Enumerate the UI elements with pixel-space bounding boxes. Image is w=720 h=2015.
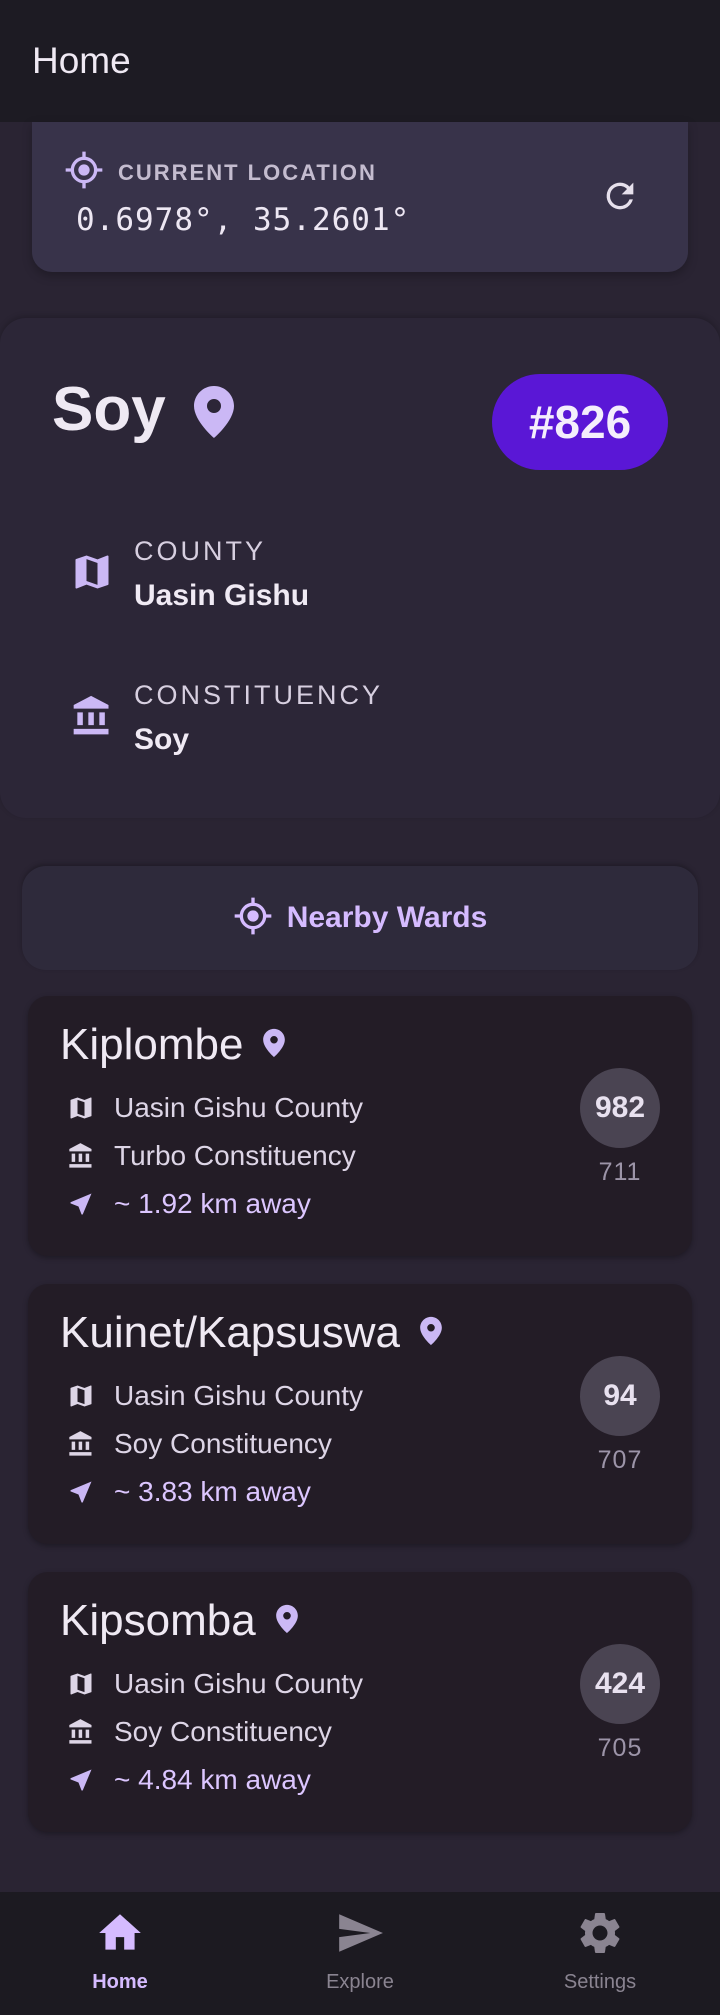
ward-item-county-text: Uasin Gishu County: [114, 1668, 364, 1699]
location-coordinates: 0.6978°, 35.2601°: [76, 202, 411, 238]
ward-item-county: Uasin Gishu County: [66, 1668, 363, 1700]
nearby-ward-item[interactable]: Kipsomba Uasin Gishu County Soy Constitu…: [28, 1572, 692, 1832]
refresh-location-button[interactable]: [592, 170, 648, 226]
account-balance-icon: [70, 694, 114, 738]
top-app-bar: Home: [0, 0, 720, 122]
ward-item-name: Kuinet/Kapsuswa: [60, 1308, 400, 1357]
location-pin-icon: [261, 1027, 287, 1064]
current-location-header: CURRENT LOCATION: [64, 150, 377, 195]
nearby-ward-item[interactable]: Kuinet/Kapsuswa Uasin Gishu County Soy C…: [28, 1284, 692, 1544]
ward-detail-card: Soy #826 COUNTY Uasin Gishu CONSTITUENCY…: [0, 318, 720, 818]
ward-code-badge: 982: [580, 1068, 660, 1148]
navigation-arrow-icon: [66, 1189, 96, 1219]
ward-sub-code: 707: [597, 1446, 643, 1474]
gps-fixed-icon: [64, 150, 104, 195]
account-balance-icon: [66, 1141, 96, 1171]
ward-item-constituency-text: Turbo Constituency: [114, 1140, 356, 1171]
nav-item-settings[interactable]: Settings: [480, 1892, 720, 2015]
ward-item-constituency: Turbo Constituency: [66, 1140, 356, 1172]
page-title: Home: [32, 40, 131, 81]
ward-item-constituency-text: Soy Constituency: [114, 1428, 332, 1459]
map-icon: [66, 1093, 96, 1123]
ward-name: Soy: [52, 375, 166, 444]
constituency-label: CONSTITUENCY: [134, 680, 384, 710]
current-location-label: CURRENT LOCATION: [118, 159, 377, 185]
county-value: Uasin Gishu: [134, 579, 310, 612]
map-icon: [66, 1381, 96, 1411]
county-label: COUNTY: [134, 536, 266, 566]
ward-item-distance: ~ 4.84 km away: [66, 1764, 311, 1796]
home-screen: Home CURRENT LOCATION 0.6978°, 35.2601° …: [0, 0, 720, 2015]
ward-code-badge: 424: [580, 1644, 660, 1724]
location-pin-icon: [274, 1603, 300, 1640]
ward-item-constituency: Soy Constituency: [66, 1716, 332, 1748]
ward-item-constituency-text: Soy Constituency: [114, 1716, 332, 1747]
ward-number-badge: #826: [492, 374, 668, 470]
ward-item-distance-text: ~ 4.84 km away: [114, 1764, 311, 1795]
account-balance-icon: [66, 1717, 96, 1747]
nearby-wards-button[interactable]: Nearby Wards: [22, 866, 698, 970]
map-icon: [66, 1669, 96, 1699]
ward-item-name: Kiplombe: [60, 1020, 244, 1069]
current-location-card: CURRENT LOCATION 0.6978°, 35.2601°: [32, 122, 688, 272]
nav-label-settings: Settings: [563, 1971, 637, 1993]
ward-item-constituency: Soy Constituency: [66, 1428, 332, 1460]
location-pin-icon: [418, 1315, 444, 1352]
nav-label-home: Home: [92, 1971, 148, 1993]
bottom-navigation: Home Explore Settings: [0, 1892, 720, 2015]
nearby-ward-item[interactable]: Kiplombe Uasin Gishu County Turbo Consti…: [28, 996, 692, 1256]
ward-item-county: Uasin Gishu County: [66, 1092, 363, 1124]
ward-item-county: Uasin Gishu County: [66, 1380, 363, 1412]
constituency-info-row: CONSTITUENCY Soy: [70, 680, 383, 757]
county-info-row: COUNTY Uasin Gishu: [70, 536, 309, 613]
ward-item-title: Kiplombe: [60, 1020, 287, 1070]
ward-item-county-text: Uasin Gishu County: [114, 1092, 364, 1123]
ward-item-distance: ~ 3.83 km away: [66, 1476, 311, 1508]
ward-sub-code: 711: [598, 1158, 642, 1186]
ward-item-distance: ~ 1.92 km away: [66, 1188, 311, 1220]
nav-item-explore[interactable]: Explore: [240, 1892, 480, 2015]
constituency-value: Soy: [134, 723, 190, 756]
refresh-icon: [600, 176, 640, 221]
nav-label-explore: Explore: [326, 1971, 394, 1993]
location-pin-icon: [190, 384, 238, 445]
nearby-wards-label: Nearby Wards: [286, 901, 488, 934]
ward-item-title: Kipsomba: [60, 1596, 300, 1646]
map-icon: [70, 550, 114, 594]
ward-code-badge: 94: [580, 1356, 660, 1436]
ward-sub-code: 705: [597, 1734, 643, 1762]
ward-item-distance-text: ~ 3.83 km away: [114, 1476, 311, 1507]
send-icon: [335, 1908, 385, 1963]
navigation-arrow-icon: [66, 1477, 96, 1507]
account-balance-icon: [66, 1429, 96, 1459]
ward-item-name: Kipsomba: [60, 1596, 256, 1645]
home-icon: [95, 1908, 145, 1963]
nav-item-home[interactable]: Home: [0, 1892, 240, 2015]
ward-item-distance-text: ~ 1.92 km away: [114, 1188, 311, 1219]
gear-icon: [575, 1908, 625, 1963]
gps-fixed-icon: [233, 896, 273, 941]
ward-item-county-text: Uasin Gishu County: [114, 1380, 364, 1411]
navigation-arrow-icon: [66, 1765, 96, 1795]
ward-item-title: Kuinet/Kapsuswa: [60, 1308, 444, 1358]
